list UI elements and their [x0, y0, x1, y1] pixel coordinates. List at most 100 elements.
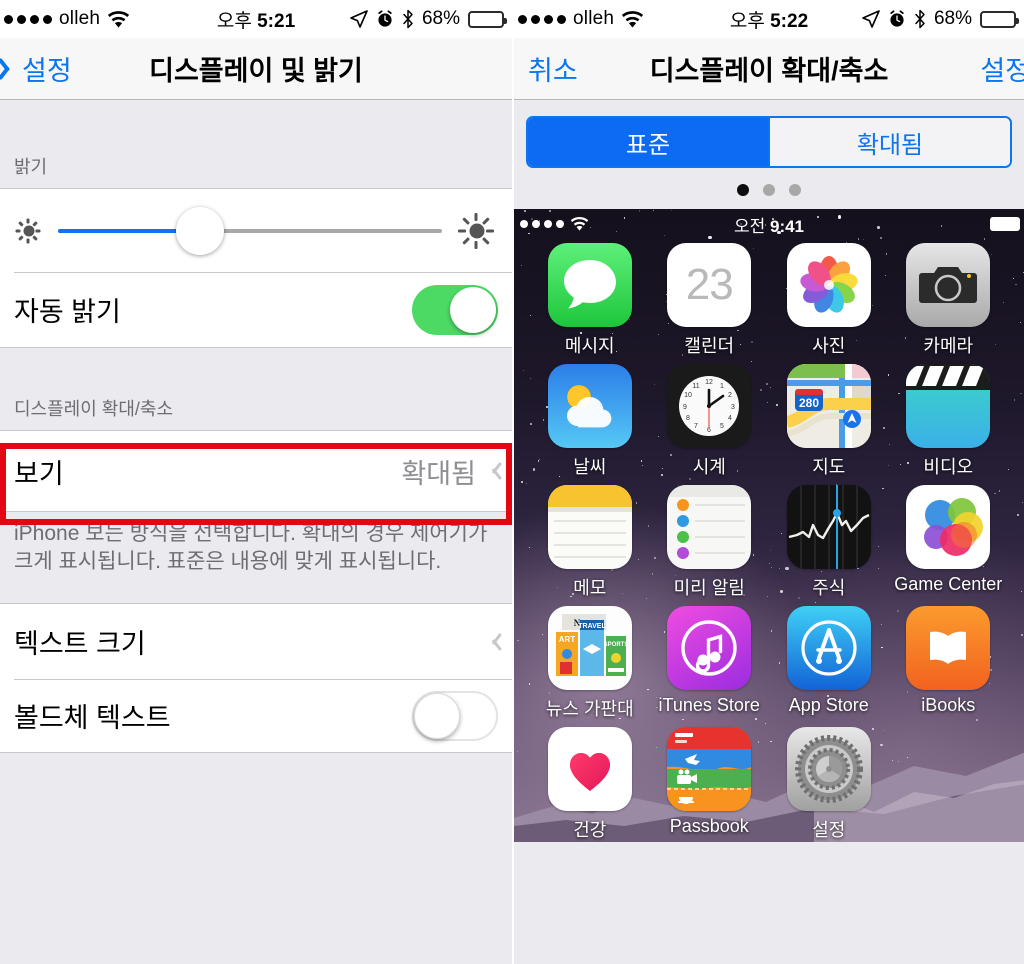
auto-brightness-row[interactable]: 자동 밝기: [0, 272, 512, 348]
wifi-icon: [621, 10, 644, 28]
health-icon[interactable]: [547, 727, 632, 811]
app-messages[interactable]: 메시지: [530, 243, 650, 358]
app-label: 비디오: [923, 457, 974, 477]
status-bar-left: olleh 오후 5:21 68%: [0, 0, 512, 38]
page-dot-3[interactable]: [789, 184, 801, 196]
app-store-icon[interactable]: [786, 606, 871, 690]
app-itunes-store[interactable]: iTunes Store: [650, 606, 770, 721]
bold-text-row[interactable]: 볼드체 텍스트: [0, 679, 512, 754]
home-screen-preview[interactable]: 오전 9:41 메시지 23 캘린더 사진 카메라 날씨 12 1 2 3 4 …: [514, 209, 1024, 842]
app-label: 시계: [692, 457, 726, 477]
app-label: 설정: [812, 820, 846, 840]
chevron-left-icon: [4, 57, 18, 81]
app-label: Game Center: [894, 574, 1003, 594]
messages-icon[interactable]: [547, 243, 632, 327]
app-reminders[interactable]: 미리 알림: [650, 485, 770, 600]
clock-icon[interactable]: 12 1 2 3 45 6 78 9 10 11: [667, 364, 752, 448]
ibooks-icon[interactable]: [906, 606, 991, 690]
notes-icon[interactable]: [547, 485, 632, 569]
app-maps[interactable]: 280 지도: [769, 364, 889, 479]
status-bar-right: olleh 오후 5:22 68%: [514, 0, 1024, 38]
app-videos[interactable]: 비디오: [889, 364, 1009, 479]
top-spacer: [0, 100, 512, 146]
app-label: 사진: [812, 336, 846, 356]
app-stocks[interactable]: 주식: [769, 485, 889, 600]
itunes-store-icon[interactable]: [667, 606, 752, 690]
cancel-button[interactable]: 취소: [514, 49, 578, 88]
view-row[interactable]: 보기 확대됨: [0, 430, 512, 512]
app-camera[interactable]: 카메라: [889, 243, 1009, 358]
newsstand-icon[interactable]: News ART TRAVEL SPORTS: [547, 606, 632, 690]
app-label: iBooks: [921, 695, 976, 715]
page-dot-1[interactable]: [737, 184, 749, 196]
text-size-label: 텍스트 크기: [14, 629, 146, 660]
app-game-center[interactable]: Game Center: [889, 485, 1009, 600]
reminders-icon[interactable]: [667, 485, 752, 569]
battery-percent-label: 68%: [933, 8, 972, 29]
app-label: App Store: [788, 695, 869, 715]
app-health[interactable]: 건강: [530, 727, 650, 842]
auto-brightness-toggle[interactable]: [412, 284, 498, 335]
chevron-right-icon: [486, 461, 498, 481]
text-size-row[interactable]: 텍스트 크기: [0, 603, 512, 680]
app-label: 지도: [812, 457, 846, 477]
svg-text:8: 8: [686, 415, 690, 422]
back-button-label: 설정: [22, 56, 72, 86]
brightness-slider-track[interactable]: [58, 206, 442, 255]
bold-text-label: 볼드체 텍스트: [14, 703, 171, 734]
svg-text:4: 4: [728, 415, 732, 422]
app-icon-grid: 메시지 23 캘린더 사진 카메라 날씨 12 1 2 3 4 5 6 7 8 …: [514, 239, 1024, 842]
app-passbook[interactable]: Passbook: [650, 727, 770, 842]
app-label: 메시지: [564, 336, 615, 356]
app-calendar[interactable]: 23 캘린더: [650, 243, 770, 358]
passbook-icon[interactable]: [667, 727, 752, 811]
nav-bar-right: 취소 디스플레이 확대/축소 설정: [514, 38, 1024, 100]
app-photos[interactable]: 사진: [769, 243, 889, 358]
preview-clock: 오전 9:41: [733, 216, 805, 236]
dual-screenshot-page: olleh 오후 5:21 68% 설정 디스플레이 및 밝기 밝기 자동 밝기…: [0, 0, 1024, 964]
right-phone-screen: olleh 오후 5:22 68% 취소 디스플레이 확대/축소 설 표준 확대…: [512, 0, 1024, 964]
set-button[interactable]: 설정: [980, 49, 1024, 88]
settings-gear-icon[interactable]: [786, 727, 871, 811]
brightness-slider-row[interactable]: [0, 188, 512, 272]
zoom-section-spacer: [0, 348, 512, 390]
zoom-mode-segmented-control[interactable]: 표준 확대됨: [526, 116, 1012, 168]
bluetooth-icon: [402, 9, 414, 29]
weather-icon[interactable]: [547, 364, 632, 448]
display-zoom-footnote: iPhone 보는 방식을 선택합니다. 확대의 경우 제어기가 크게 표시됩니…: [0, 512, 512, 590]
svg-text:10: 10: [684, 392, 692, 399]
svg-text:TRAVEL: TRAVEL: [578, 623, 606, 630]
app-app-store[interactable]: App Store: [769, 606, 889, 721]
app-ibooks[interactable]: iBooks: [889, 606, 1009, 721]
status-bar-right-group: 68%: [350, 8, 507, 30]
bold-text-toggle[interactable]: [412, 690, 498, 741]
stocks-icon[interactable]: [786, 485, 871, 569]
page-indicator-dots[interactable]: [514, 168, 1024, 209]
app-label: 메모: [573, 578, 607, 598]
page-dot-2[interactable]: [763, 184, 775, 196]
back-button[interactable]: 설정: [0, 49, 72, 88]
section-header-brightness: 밝기: [0, 146, 512, 188]
app-clock[interactable]: 12 1 2 3 45 6 78 9 10 11 시계: [650, 364, 770, 479]
app-label: 카메라: [923, 336, 974, 356]
game-center-icon[interactable]: [906, 485, 991, 569]
photos-icon[interactable]: [786, 243, 871, 327]
segment-zoomed[interactable]: 확대됨: [768, 118, 1010, 166]
svg-text:12: 12: [705, 379, 713, 386]
camera-icon[interactable]: [906, 243, 991, 327]
app-settings[interactable]: 설정: [769, 727, 889, 842]
segment-standard[interactable]: 표준: [528, 118, 768, 166]
maps-icon[interactable]: 280: [786, 364, 871, 448]
app-notes[interactable]: 메모: [530, 485, 650, 600]
brightness-slider-thumb[interactable]: [176, 206, 225, 255]
app-weather[interactable]: 날씨: [530, 364, 650, 479]
battery-icon: [980, 10, 1019, 28]
section-header-display-zoom: 디스플레이 확대/축소: [0, 390, 512, 430]
calendar-icon[interactable]: 23: [667, 243, 752, 327]
svg-text:5: 5: [720, 423, 724, 430]
app-newsstand[interactable]: News ART TRAVEL SPORTS: [530, 606, 650, 721]
status-bar-left-group: olleh: [0, 8, 130, 30]
text-section-spacer: [0, 589, 512, 604]
svg-text:1: 1: [720, 383, 724, 390]
videos-icon[interactable]: [906, 364, 991, 448]
